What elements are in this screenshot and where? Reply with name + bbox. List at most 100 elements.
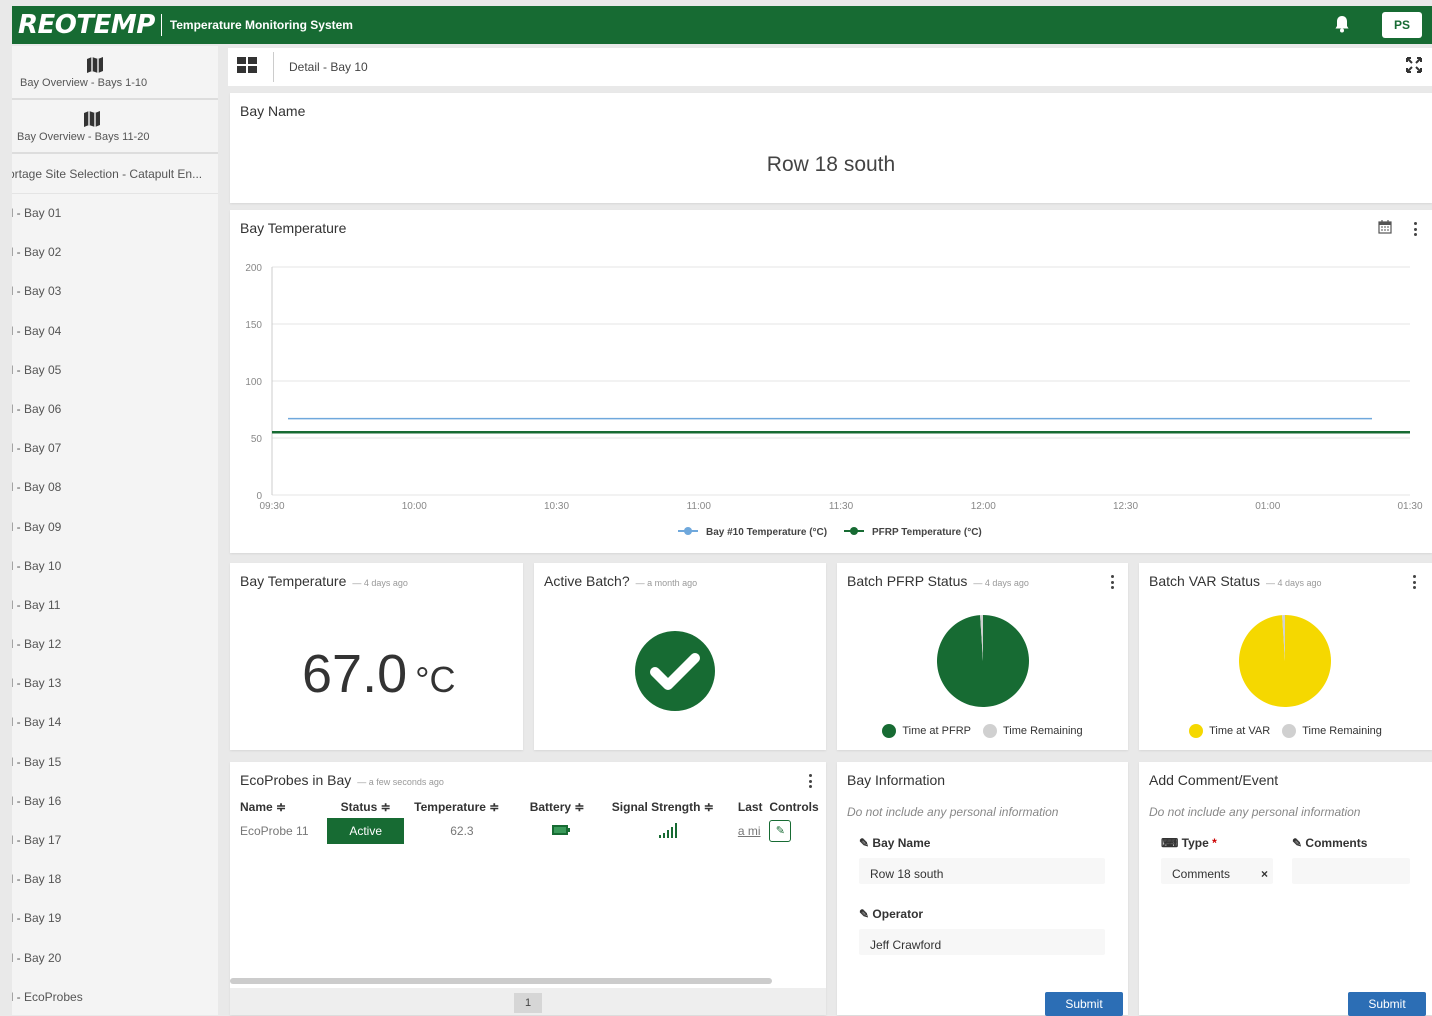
card-title: Add Comment/Event [1149, 772, 1279, 788]
operator-label-text: Operator [872, 907, 924, 921]
sidebar-item-overview-11-20[interactable]: Bay Overview - Bays 11-20 [12, 100, 218, 154]
horizontal-scrollbar[interactable] [230, 978, 772, 984]
x-tick-label: 09:30 [259, 501, 284, 512]
pagination: 1 [230, 988, 826, 1015]
sidebar-item-label: Bay Overview - Bays 11-20 [17, 130, 150, 143]
card-timestamp: — 4 days ago [973, 578, 1029, 588]
map-icon [84, 110, 100, 127]
sidebar-item[interactable]: il - Bay 02 [12, 233, 218, 272]
sidebar-item[interactable]: il - Bay 15 [12, 743, 218, 782]
ecoprobes-card: EcoProbes in Bay — a few seconds ago Name… [230, 762, 826, 1015]
fullscreen-icon[interactable] [1406, 57, 1422, 73]
probes-menu-icon[interactable] [806, 774, 814, 788]
clear-type-icon[interactable]: × [1261, 867, 1268, 881]
sidebar-item[interactable]: il - Bay 10 [12, 547, 218, 586]
map-icon [87, 56, 103, 73]
keyboard-icon: ⌨ [1161, 836, 1179, 850]
x-tick-label: 12:00 [971, 501, 996, 512]
sidebar-item[interactable]: il - Bay 16 [12, 782, 218, 821]
bay-name-card: Bay Name Row 18 south [230, 93, 1432, 203]
sidebar-item[interactable]: il - Bay 03 [12, 272, 218, 311]
column-header-signal[interactable]: Signal Strength ≑ [602, 796, 736, 818]
legend-item[interactable]: Time at VAR [1189, 724, 1270, 738]
operator-field-value: Jeff Crawford [870, 938, 942, 952]
pfrp-menu-icon[interactable] [1108, 575, 1116, 589]
card-title-text: Active Batch? [544, 573, 630, 589]
app-title: Temperature Monitoring System [169, 18, 353, 32]
sidebar-item[interactable]: il - Bay 04 [12, 312, 218, 351]
breadcrumb: Detail - Bay 10 [289, 60, 368, 74]
legend-item[interactable]: Time Remaining [1282, 724, 1382, 738]
table-row[interactable]: EcoProbe 11 Active 62.3 a mi ✎ [230, 818, 826, 844]
x-tick-label: 10:30 [544, 501, 569, 512]
sidebar-item-overview-1-10[interactable]: Bay Overview - Bays 1-10 [12, 46, 218, 100]
comments-label: ✎ Comments [1292, 836, 1367, 850]
signal-strength-icon [658, 822, 677, 838]
column-header-battery[interactable]: Battery ≑ [520, 796, 602, 818]
sidebar-item[interactable]: il - Bay 09 [12, 508, 218, 547]
legend-label: Time at VAR [1209, 724, 1271, 737]
sidebar: Bay Overview - Bays 1-10 Bay Overview - … [12, 46, 218, 1015]
comment-submit-button[interactable]: Submit [1348, 992, 1426, 1016]
var-pie-chart [1239, 615, 1331, 707]
x-tick-label: 11:00 [687, 501, 712, 512]
sidebar-item[interactable]: il - Bay 01 [12, 194, 218, 233]
card-title-text: Bay Temperature [240, 573, 347, 589]
legend-swatch [882, 724, 897, 738]
sidebar-item-site-selection[interactable]: ortage Site Selection - Catapult En... [12, 154, 218, 194]
sidebar-item[interactable]: il - Bay 17 [12, 821, 218, 860]
sidebar-item[interactable]: il - Bay 07 [12, 429, 218, 468]
bay-name-value: Row 18 south [766, 153, 896, 176]
sidebar-item[interactable]: il - Bay 06 [12, 390, 218, 429]
sidebar-item[interactable]: il - Bay 13 [12, 664, 218, 703]
edit-probe-button[interactable]: ✎ [769, 820, 792, 842]
bay-info-submit-button[interactable]: Submit [1045, 992, 1123, 1016]
column-header-status[interactable]: Status ≑ [327, 796, 404, 818]
column-header-last[interactable]: Last [736, 796, 768, 818]
column-header-name[interactable]: Name ≑ [230, 796, 327, 818]
type-label: ⌨ Type * [1161, 836, 1217, 850]
bell-icon[interactable] [1334, 15, 1350, 33]
app-logo[interactable]: REOTEMP [12, 10, 155, 40]
column-header-controls: Controls [769, 800, 819, 814]
legend-swatch [1189, 724, 1204, 738]
sidebar-item[interactable]: il - Bay 12 [12, 625, 218, 664]
sidebar-item[interactable]: il - Bay 08 [12, 468, 218, 507]
card-title: Bay Temperature — 4 days ago [240, 573, 408, 589]
card-timestamp: — a month ago [635, 578, 698, 588]
card-title: Bay Information [847, 772, 946, 788]
temperature-value: 67.0 [302, 644, 408, 704]
legend-item[interactable]: Time Remaining [982, 724, 1083, 738]
sidebar-item[interactable]: il - Bay 05 [12, 351, 218, 390]
sidebar-item[interactable]: il - Bay 11 [12, 586, 218, 625]
pencil-icon: ✎ [859, 836, 870, 850]
dashboard-grid-icon[interactable] [237, 57, 257, 73]
x-tick-label: 11:30 [829, 501, 854, 512]
sidebar-item[interactable]: il - Bay 18 [12, 860, 218, 899]
type-select-value: Comments [1172, 867, 1231, 881]
legend-label: Time Remaining [1302, 724, 1382, 737]
legend-label: Time at PFRP [902, 724, 971, 737]
y-tick-label: 100 [245, 377, 262, 388]
card-title-text: EcoProbes in Bay [240, 772, 352, 788]
x-tick-label: 12:30 [1113, 501, 1138, 512]
card-title-text: Batch PFRP Status [847, 573, 968, 589]
logo-divider [160, 14, 162, 36]
user-menu-button[interactable]: PS [1382, 12, 1422, 38]
var-menu-icon[interactable] [1410, 575, 1418, 589]
sidebar-item[interactable]: il - Bay 20 [12, 939, 218, 978]
legend-label: PFRP Temperature (°C) [872, 527, 982, 538]
comments-input[interactable] [1292, 858, 1410, 884]
top-bar: REOTEMP Temperature Monitoring System PS… [12, 6, 1432, 44]
batch-pfrp-status-card: Batch PFRP Status — 4 days ago Time at PF… [837, 563, 1128, 750]
sidebar-item[interactable]: il - EcoProbes [12, 978, 218, 1015]
legend-label: Bay #10 Temperature (°C) [706, 527, 827, 538]
legend-item[interactable]: Time at PFRP [882, 724, 971, 738]
page-button-1[interactable]: 1 [514, 993, 542, 1013]
privacy-hint: Do not include any personal information [1149, 805, 1361, 819]
column-header-temperature[interactable]: Temperature ≑ [404, 796, 520, 818]
probe-last-seen: a mi [737, 824, 761, 838]
sidebar-item[interactable]: il - Bay 14 [12, 703, 218, 742]
card-title: Batch VAR Status — 4 days ago [1149, 573, 1322, 589]
sidebar-item[interactable]: il - Bay 19 [12, 899, 218, 938]
